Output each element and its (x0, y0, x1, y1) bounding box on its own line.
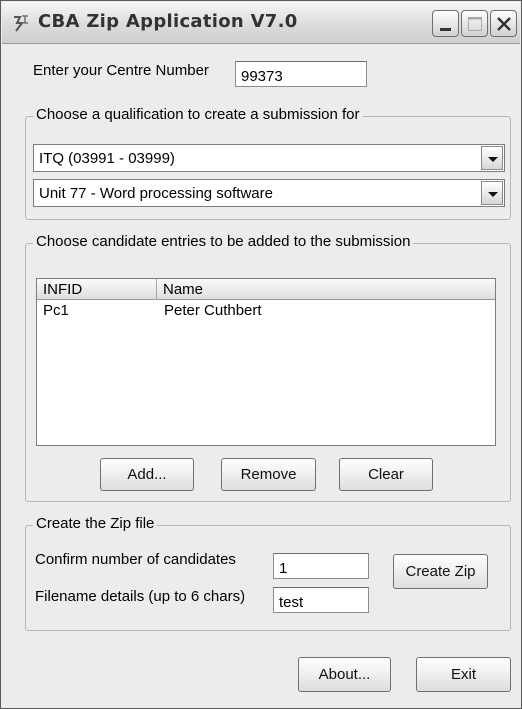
chevron-down-icon (488, 157, 498, 162)
exit-button[interactable]: Exit (416, 657, 511, 692)
maximize-icon (468, 17, 482, 31)
qualification-group-legend: Choose a qualification to create a submi… (33, 106, 363, 123)
maximize-button[interactable] (461, 10, 488, 37)
minimize-button[interactable] (432, 10, 459, 37)
zip-group: Create the Zip file Confirm number of ca… (25, 515, 511, 631)
filename-label: Filename details (up to 6 chars) (35, 588, 246, 605)
candidates-group-legend: Choose candidate entries to be added to … (33, 233, 414, 250)
qualification-select-value: ITQ (03991 - 03999) (39, 150, 175, 167)
zip-group-legend: Create the Zip file (33, 515, 158, 532)
chevron-down-icon (488, 192, 498, 197)
window-title: CBA Zip Application V7.0 (38, 11, 298, 32)
row-name: Peter Cuthbert (164, 302, 262, 319)
minimize-icon (440, 28, 451, 31)
clear-button[interactable]: Clear (339, 458, 433, 491)
confirm-candidates-label: Confirm number of candidates (35, 551, 236, 568)
table-row[interactable]: Pc1 Peter Cuthbert (37, 301, 495, 321)
unit-dropdown-button[interactable] (481, 181, 503, 205)
close-button[interactable] (490, 10, 517, 37)
centre-number-label: Enter your Centre Number (33, 62, 209, 79)
add-button[interactable]: Add... (100, 458, 194, 491)
filename-input[interactable] (273, 587, 369, 613)
qualification-select[interactable]: ITQ (03991 - 03999) (33, 144, 505, 172)
unit-select[interactable]: Unit 77 - Word processing software (33, 179, 505, 207)
confirm-candidates-input[interactable] (273, 553, 369, 579)
create-zip-button[interactable]: Create Zip (393, 554, 488, 589)
candidates-group: Choose candidate entries to be added to … (25, 233, 511, 502)
row-infid: Pc1 (43, 302, 69, 319)
title-bar[interactable]: CBA Zip Application V7.0 (2, 2, 520, 44)
centre-number-input[interactable] (235, 61, 367, 87)
column-header-name[interactable]: Name (157, 279, 495, 300)
candidate-list[interactable]: INFID Name Pc1 Peter Cuthbert (36, 278, 496, 446)
close-icon (497, 17, 511, 31)
column-header-infid[interactable]: INFID (37, 279, 157, 300)
remove-button[interactable]: Remove (221, 458, 316, 491)
main-window: CBA Zip Application V7.0 Enter your Cent… (0, 0, 522, 709)
qualification-dropdown-button[interactable] (481, 146, 503, 170)
unit-select-value: Unit 77 - Word processing software (39, 185, 273, 202)
app-icon (14, 15, 28, 32)
qualification-group: Choose a qualification to create a submi… (25, 106, 511, 220)
about-button[interactable]: About... (298, 657, 391, 692)
candidate-list-header: INFID Name (37, 279, 495, 300)
